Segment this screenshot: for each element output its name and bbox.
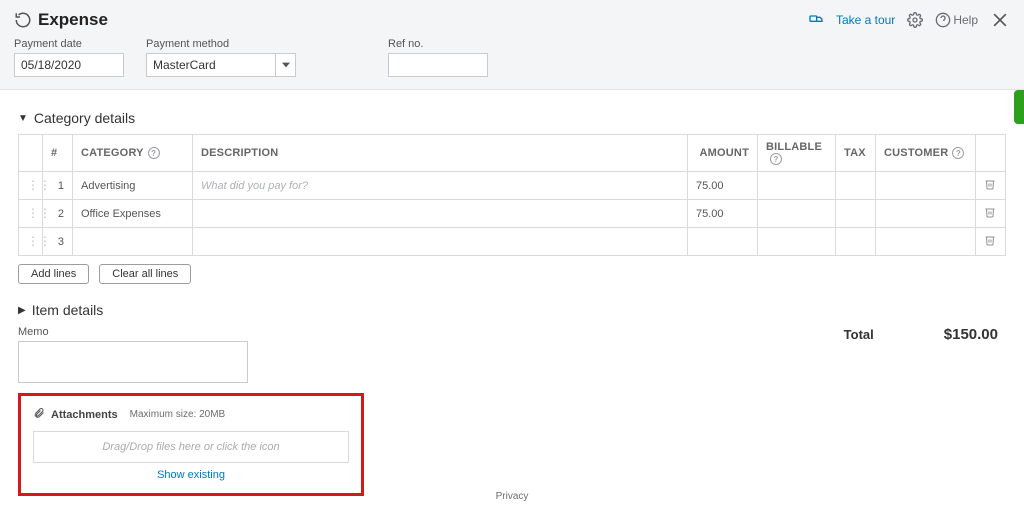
chevron-right-icon: ▶ (18, 305, 26, 316)
col-category-header: CATEGORY? (73, 135, 193, 172)
customer-cell[interactable] (876, 228, 976, 256)
billable-cell[interactable] (758, 172, 836, 200)
payment-method-label: Payment method (146, 38, 296, 50)
paperclip-icon (33, 406, 45, 423)
ref-no-field: Ref no. (388, 38, 488, 77)
side-drawer-handle[interactable] (1014, 90, 1024, 124)
item-details-toggle[interactable]: ▶ Item details (18, 302, 1006, 318)
category-cell[interactable]: Office Expenses (73, 200, 193, 228)
payment-method-caret[interactable] (276, 53, 296, 77)
payment-method-field: Payment method (146, 38, 296, 77)
description-cell[interactable] (193, 228, 688, 256)
help-circle-icon[interactable]: ? (770, 153, 782, 165)
attachments-drop-zone[interactable]: Drag/Drop files here or click the icon (33, 431, 349, 463)
help-icon[interactable]: Help (935, 12, 978, 28)
attachments-max-size: Maximum size: 20MB (130, 409, 226, 420)
tax-cell[interactable] (836, 200, 876, 228)
col-num-header: # (43, 135, 73, 172)
tour-icon[interactable] (808, 12, 824, 28)
attachments-title: Attachments (51, 409, 118, 421)
help-circle-icon[interactable]: ? (148, 147, 160, 159)
payment-date-field: Payment date (14, 38, 124, 77)
gear-icon[interactable] (907, 12, 923, 28)
attachments-section: Attachments Maximum size: 20MB Drag/Drop… (18, 393, 364, 496)
chevron-down-icon: ▼ (18, 113, 28, 124)
customer-cell[interactable] (876, 172, 976, 200)
category-table: # CATEGORY? DESCRIPTION AMOUNT BILLABLE?… (18, 134, 1006, 256)
table-row[interactable]: ⋮⋮ 2 Office Expenses 75.00 (19, 200, 1006, 228)
customer-cell[interactable] (876, 200, 976, 228)
ref-no-label: Ref no. (388, 38, 488, 50)
col-description-header: DESCRIPTION (193, 135, 688, 172)
memo-input[interactable] (18, 341, 248, 383)
category-details-title: Category details (34, 110, 135, 126)
item-details-title: Item details (32, 302, 104, 318)
description-cell[interactable]: What did you pay for? (193, 172, 688, 200)
take-tour-link[interactable]: Take a tour (836, 13, 895, 27)
ref-no-input[interactable] (388, 53, 488, 77)
total-value: $150.00 (944, 326, 998, 343)
col-tax-header: TAX (836, 135, 876, 172)
tax-cell[interactable] (836, 172, 876, 200)
trash-icon[interactable] (984, 237, 996, 249)
category-cell[interactable]: Advertising (73, 172, 193, 200)
category-cell[interactable] (73, 228, 193, 256)
col-amount-header: AMOUNT (688, 135, 758, 172)
trash-icon[interactable] (984, 181, 996, 193)
back-history-icon[interactable] (14, 11, 32, 29)
total-label: Total (844, 327, 874, 342)
help-label: Help (953, 13, 978, 27)
header-bar: Expense Take a tour Help (0, 0, 1024, 90)
billable-cell[interactable] (758, 228, 836, 256)
show-existing-link[interactable]: Show existing (33, 469, 349, 481)
page-title: Expense (38, 10, 108, 30)
drag-handle-icon[interactable]: ⋮⋮ (27, 178, 51, 192)
col-billable-header: BILLABLE? (758, 135, 836, 172)
col-customer-header: CUSTOMER? (876, 135, 976, 172)
table-row[interactable]: ⋮⋮ 3 (19, 228, 1006, 256)
payment-method-input[interactable] (146, 53, 276, 77)
drag-handle-icon[interactable]: ⋮⋮ (27, 206, 51, 220)
payment-date-label: Payment date (14, 38, 124, 50)
description-cell[interactable] (193, 200, 688, 228)
help-circle-icon[interactable]: ? (952, 147, 964, 159)
clear-all-lines-button[interactable]: Clear all lines (99, 264, 191, 284)
drag-handle-icon[interactable]: ⋮⋮ (27, 234, 51, 248)
privacy-link[interactable]: Privacy (496, 491, 529, 502)
billable-cell[interactable] (758, 200, 836, 228)
amount-cell[interactable]: 75.00 (688, 172, 758, 200)
trash-icon[interactable] (984, 209, 996, 221)
memo-label: Memo (18, 326, 248, 338)
category-details-toggle[interactable]: ▼ Category details (18, 110, 1006, 126)
close-icon[interactable] (990, 10, 1010, 30)
tax-cell[interactable] (836, 228, 876, 256)
amount-cell[interactable] (688, 228, 758, 256)
add-lines-button[interactable]: Add lines (18, 264, 89, 284)
amount-cell[interactable]: 75.00 (688, 200, 758, 228)
payment-date-input[interactable] (14, 53, 124, 77)
table-row[interactable]: ⋮⋮ 1 Advertising What did you pay for? 7… (19, 172, 1006, 200)
